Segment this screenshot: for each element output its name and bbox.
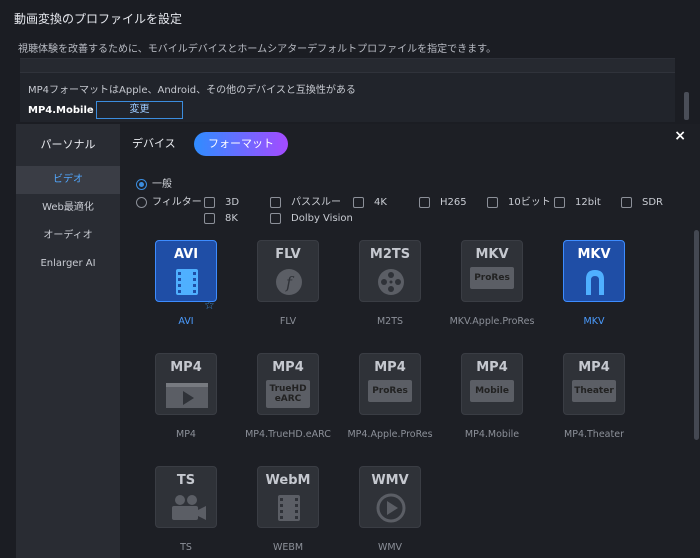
tile-label: WebM (265, 473, 311, 488)
tile-label: MP4 (170, 360, 202, 375)
checkbox[interactable] (270, 213, 281, 224)
tab-format[interactable]: フォーマット (194, 132, 288, 156)
radio-filter-label: フィルター (152, 197, 202, 208)
format-tile[interactable]: AVI (155, 240, 217, 302)
tile-label: TS (176, 473, 196, 488)
checkbox[interactable] (554, 197, 565, 208)
format-tile[interactable]: MP4 TrueHD eARC (257, 353, 319, 415)
format-item-ts[interactable]: TS TS (136, 466, 236, 558)
sidebar-item-audio[interactable]: オーディオ (16, 222, 120, 250)
format-item-m2ts[interactable]: M2TS M2TS (340, 240, 440, 350)
tile-label: FLV (275, 247, 301, 262)
format-item-mkv-prores[interactable]: MKV ProRes MKV.Apple.ProRes (442, 240, 542, 350)
popup-scrollbar[interactable] (694, 230, 699, 440)
dialog-scrollbar[interactable] (684, 92, 689, 120)
category-sidebar: パーソナル ビデオ Web最適化 オーディオ Enlarger AI (16, 124, 120, 558)
sidebar-item-video[interactable]: ビデオ (16, 166, 120, 194)
format-tag: Mobile (470, 380, 514, 402)
filter-label: Dolby Vision (291, 213, 353, 224)
sidebar-item-enlarger[interactable]: Enlarger AI (16, 250, 120, 278)
checkbox[interactable] (204, 213, 215, 224)
checkbox[interactable] (353, 197, 364, 208)
format-picker-popup: × パーソナル ビデオ Web最適化 オーディオ Enlarger AI デバイ… (16, 124, 700, 558)
format-item-avi[interactable]: AVI ☆ AVI (136, 240, 236, 350)
format-name: WMV (377, 542, 403, 553)
format-name: MKV (583, 316, 605, 327)
tile-label: MP4 (578, 360, 610, 375)
format-name: MP4.Theater (564, 429, 624, 440)
compat-text: MP4フォーマットはApple、Android、その他のデバイスと互換性がある (28, 85, 356, 96)
play-icon (166, 383, 208, 408)
format-item-mp4[interactable]: MP4 MP4 (136, 353, 236, 463)
dialog-title: 動画変換のプロファイルを設定 (14, 12, 183, 26)
filter-label: 8K (225, 213, 238, 224)
checkbox[interactable] (270, 197, 281, 208)
filter-label: 12bit (575, 197, 601, 208)
sidebar-header: パーソナル (40, 138, 96, 151)
format-item-wmv[interactable]: WMV WMV (340, 466, 440, 558)
tile-label: MKV (577, 247, 611, 262)
filter-label: H265 (440, 197, 467, 208)
film-strip-icon (278, 495, 300, 521)
star-icon[interactable]: ☆ (204, 298, 215, 312)
tile-label: MP4 (374, 360, 406, 375)
format-tile[interactable]: WebM (257, 466, 319, 528)
format-item-mp4-mobile[interactable]: MP4 Mobile MP4.Mobile (442, 353, 542, 463)
filter-label: パススルー (291, 197, 341, 208)
checkbox[interactable] (621, 197, 632, 208)
film-strip-icon (176, 269, 198, 295)
format-tag: ProRes (368, 380, 412, 402)
format-item-mp4-truehd[interactable]: MP4 TrueHD eARC MP4.TrueHD.eARC (238, 353, 338, 463)
play-circle-icon (376, 493, 406, 523)
format-tile[interactable]: MP4 (155, 353, 217, 415)
format-item-mp4-theater[interactable]: MP4 Theater MP4.Theater (544, 353, 644, 463)
format-tile[interactable]: MP4 Theater (563, 353, 625, 415)
format-tile[interactable]: MKV ProRes (461, 240, 523, 302)
format-tile[interactable]: MP4 ProRes (359, 353, 421, 415)
filter-label: 3D (225, 197, 240, 208)
checkbox[interactable] (419, 197, 430, 208)
checkbox[interactable] (487, 197, 498, 208)
tab-device[interactable]: デバイス (132, 132, 176, 156)
panel-header-strip (20, 59, 675, 73)
format-tile[interactable]: MP4 Mobile (461, 353, 523, 415)
format-tag: Theater (572, 380, 616, 402)
profile-name: MP4.Mobile (28, 105, 94, 116)
checkbox[interactable] (204, 197, 215, 208)
profile-panel: MP4フォーマットはApple、Android、その他のデバイスと互換性がある … (20, 58, 675, 122)
tile-label: AVI (173, 247, 199, 262)
format-item-webm[interactable]: WebM WEBM (238, 466, 338, 558)
radio-general-dot[interactable] (136, 179, 147, 190)
dialog-description: 視聴体験を改善するために、モバイルデバイスとホームシアターデフォルトプロファイル… (18, 44, 497, 55)
close-icon[interactable]: × (674, 128, 686, 144)
radio-general-label: 一般 (152, 179, 172, 190)
format-tile[interactable]: M2TS (359, 240, 421, 302)
tile-label: M2TS (369, 247, 411, 262)
format-tile[interactable]: MKV (563, 240, 625, 302)
tile-label: MKV (475, 247, 509, 262)
flash-icon: f (276, 269, 302, 295)
format-item-mkv[interactable]: MKV MKV (544, 240, 644, 350)
format-item-mp4-prores[interactable]: MP4 ProRes MP4.Apple.ProRes (340, 353, 440, 463)
tile-label: MP4 (272, 360, 304, 375)
format-grid: AVI ☆ AVI FLV f FLV M2TS M2TS MKV ProRes (136, 240, 691, 558)
format-tag: TrueHD eARC (266, 380, 310, 408)
change-button[interactable]: 変更 (96, 101, 183, 119)
matroska-icon (586, 270, 604, 295)
film-reel-icon (378, 269, 404, 295)
format-tile[interactable]: FLV f (257, 240, 319, 302)
format-tag: ProRes (470, 267, 514, 289)
sidebar-item-web[interactable]: Web最適化 (16, 194, 120, 222)
format-tile[interactable]: TS (155, 466, 217, 528)
filter-label: SDR (642, 197, 663, 208)
filter-label: 10ビット (508, 197, 551, 208)
format-item-flv[interactable]: FLV f FLV (238, 240, 338, 350)
camera-icon (172, 495, 206, 520)
format-tile[interactable]: WMV (359, 466, 421, 528)
filter-label: 4K (374, 197, 387, 208)
tile-label: WMV (371, 473, 409, 488)
tile-label: MP4 (476, 360, 508, 375)
radio-filter-dot[interactable] (136, 197, 147, 208)
